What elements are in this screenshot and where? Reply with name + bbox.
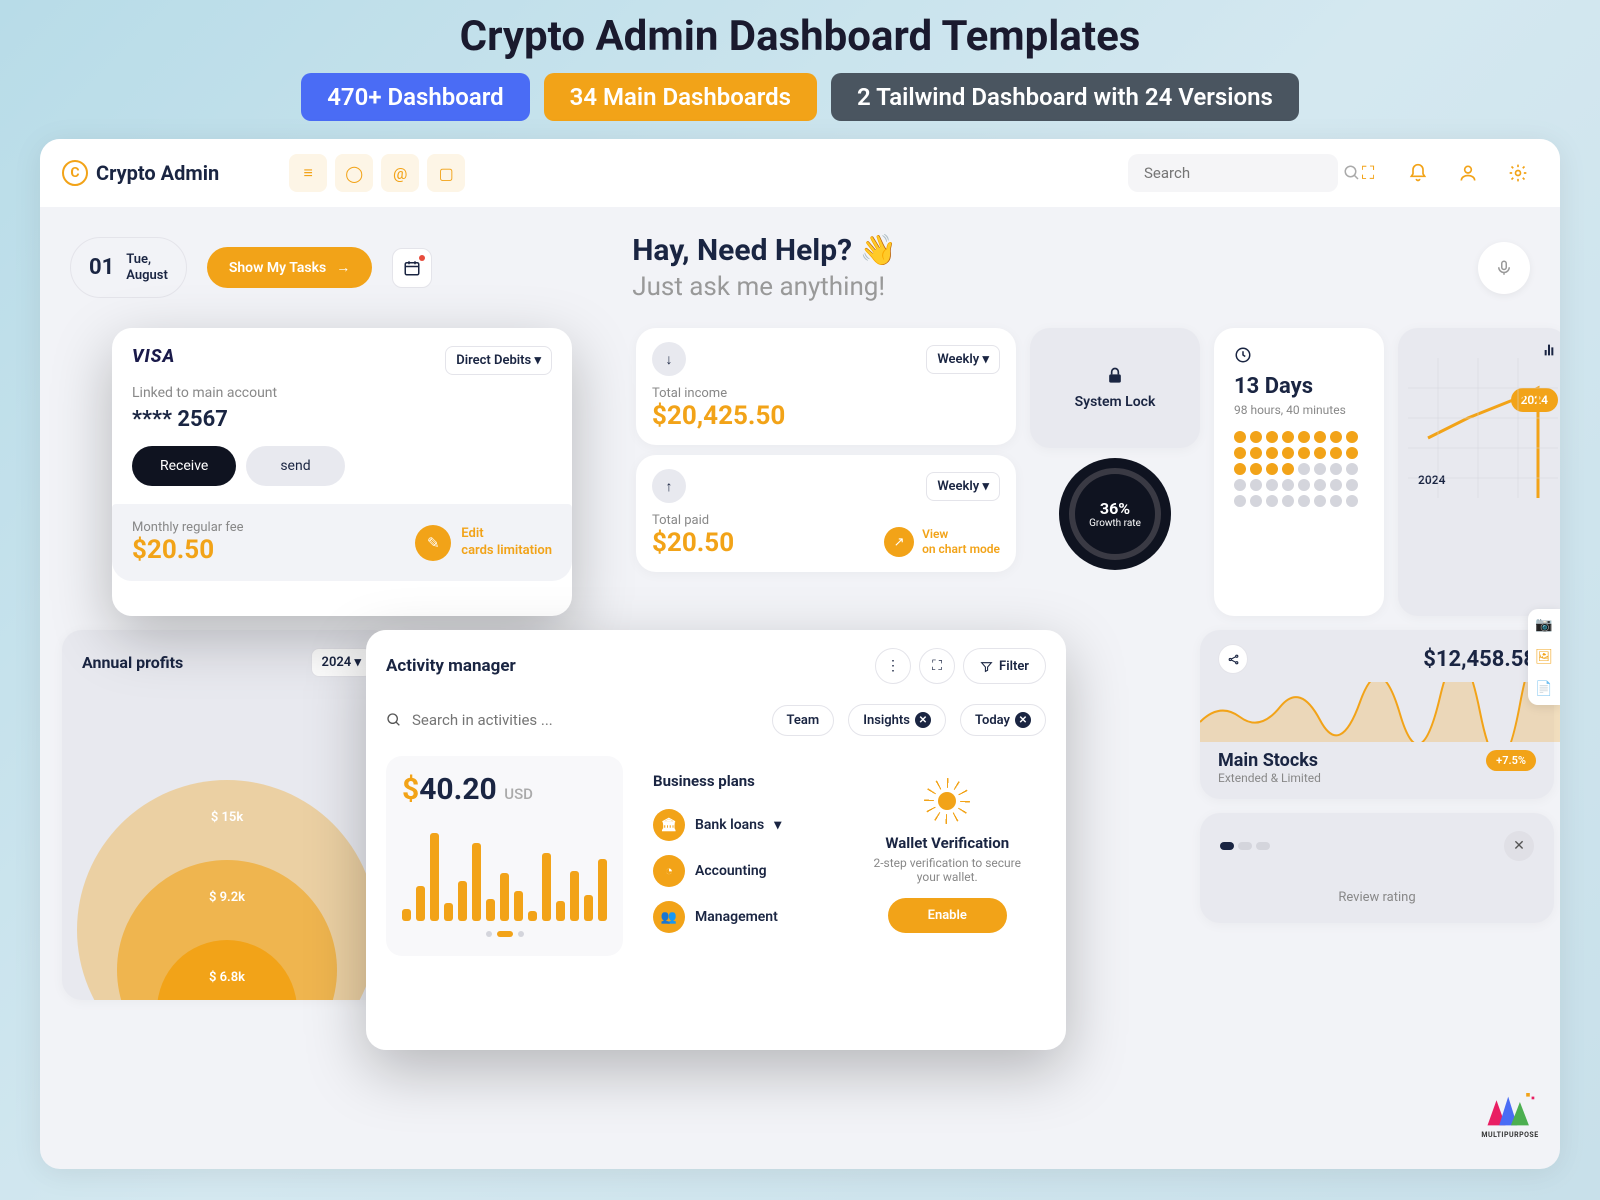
system-lock-card[interactable]: System Lock xyxy=(1030,328,1200,448)
activity-amount-card: $40.20 USD xyxy=(386,756,623,956)
note-icon[interactable]: 📄 xyxy=(1528,673,1560,705)
total-paid-card: ↑ Weekly ▾ Total paid $20.50 ↗ Viewon ch… xyxy=(636,455,1016,572)
filter-button[interactable]: Filter xyxy=(963,648,1046,684)
fee-label: Monthly regular fee xyxy=(132,520,244,535)
days-card: 13 Days 98 hours, 40 minutes xyxy=(1214,328,1384,616)
visa-linked-label: Linked to main account xyxy=(132,385,552,401)
close-button[interactable]: ✕ xyxy=(1504,831,1534,861)
direct-debits-dropdown[interactable]: Direct Debits ▾ xyxy=(445,346,552,375)
user-icon[interactable] xyxy=(1448,153,1488,193)
activity-search-input[interactable] xyxy=(386,711,758,729)
promo-pill-3: 2 Tailwind Dashboard with 24 Versions xyxy=(831,73,1299,121)
more-button[interactable]: ⋮ xyxy=(875,648,911,684)
date-chip: 01 Tue,August xyxy=(70,237,187,298)
view-chart-button[interactable]: ↗ Viewon chart mode xyxy=(884,527,1000,558)
review-rating-card: ✕ Review rating xyxy=(1200,813,1554,923)
growth-rate-card: 36% Growth rate xyxy=(1030,458,1200,616)
trend-icon: ↗ xyxy=(884,527,914,557)
share-icon[interactable] xyxy=(1218,644,1248,674)
promo-pill-1: 470+ Dashboard xyxy=(301,73,529,121)
rating-pager[interactable] xyxy=(1220,842,1270,850)
paid-weekly-dropdown[interactable]: Weekly ▾ xyxy=(926,472,1000,501)
annual-profits-card: Annual profits 2024 ▾ $ 15k $ 9.2k $ 6.8… xyxy=(62,630,392,1000)
arrow-up-icon: ↑ xyxy=(652,469,686,503)
hero-title: Hay, Need Help? 👋 xyxy=(632,233,897,268)
business-plans-card: Business plans 🏛Bank loans ▾ ◔Accounting… xyxy=(637,756,835,956)
calendar-button[interactable] xyxy=(392,248,432,288)
bp-management[interactable]: 👥Management xyxy=(653,894,819,940)
stocks-sparkline xyxy=(1200,682,1560,742)
brand-icon: C xyxy=(62,160,88,186)
bank-icon: 🏛 xyxy=(653,809,685,841)
at-icon[interactable]: @ xyxy=(381,154,419,192)
main-stocks-card: $12,458.58 Main Stocks Extended & Limite… xyxy=(1200,630,1554,799)
side-floating-tools: 📷 🖼 📄 xyxy=(1528,609,1560,705)
fee-value: $20.50 xyxy=(132,535,244,565)
chip-team[interactable]: Team xyxy=(772,705,835,736)
vendor-logo: MULTIPURPOSE xyxy=(1470,1091,1550,1159)
edit-icon: ✎ xyxy=(415,525,451,561)
promo-pill-2: 34 Main Dashboards xyxy=(544,73,817,121)
annual-rings-chart: $ 15k $ 9.2k $ 6.8k xyxy=(67,760,387,1000)
days-dots xyxy=(1234,431,1364,507)
promo-title: Crypto Admin Dashboard Templates xyxy=(40,12,1560,61)
search-icon xyxy=(386,712,402,728)
total-income-card: ↓ Weekly ▾ Total income $20,425.50 xyxy=(636,328,1016,445)
menu-icon[interactable]: ≡ xyxy=(289,154,327,192)
image-icon[interactable]: 🖼 xyxy=(1528,641,1560,673)
search-input[interactable] xyxy=(1128,154,1338,192)
activity-bar-chart xyxy=(402,821,607,921)
clock-icon xyxy=(1234,346,1364,364)
chip-today[interactable]: Today✕ xyxy=(960,704,1046,736)
chart-icon xyxy=(1542,342,1558,358)
bell-icon[interactable] xyxy=(1398,153,1438,193)
arrow-down-icon: ↓ xyxy=(652,342,686,376)
edit-cards-button[interactable]: ✎ Editcards limitation xyxy=(415,525,552,561)
pct-badge: +7.5% xyxy=(1486,750,1536,771)
receive-button[interactable]: Receive xyxy=(132,446,236,486)
lock-icon xyxy=(1105,366,1125,386)
bp-bank-loans[interactable]: 🏛Bank loans ▾ xyxy=(653,802,819,848)
annual-year-dropdown[interactable]: 2024 ▾ xyxy=(311,648,372,677)
pie-icon: ◔ xyxy=(653,855,685,887)
clipboard-icon[interactable]: ▢ xyxy=(427,154,465,192)
enable-button[interactable]: Enable xyxy=(888,898,1007,933)
mic-button[interactable] xyxy=(1478,242,1530,294)
gear-icon[interactable] xyxy=(1498,153,1538,193)
wallet-verification-card: Wallet Verification 2-step verification … xyxy=(849,756,1047,956)
people-icon: 👥 xyxy=(653,901,685,933)
show-tasks-button[interactable]: Show My Tasks→ xyxy=(207,247,372,288)
visa-logo: VISA xyxy=(132,346,175,367)
camera-icon[interactable]: 📷 xyxy=(1528,609,1560,641)
visa-number: **** 2567 xyxy=(132,407,552,432)
send-button[interactable]: send xyxy=(246,446,344,486)
chip-insights[interactable]: Insights✕ xyxy=(848,704,946,736)
income-weekly-dropdown[interactable]: Weekly ▾ xyxy=(926,345,1000,374)
visa-card: VISA Direct Debits ▾ Linked to main acco… xyxy=(112,328,572,616)
bp-accounting[interactable]: ◔Accounting xyxy=(653,848,819,894)
hero-subtitle: Just ask me anything! xyxy=(632,272,897,302)
fullscreen-icon[interactable]: ⛶ xyxy=(1348,153,1388,193)
brand[interactable]: C Crypto Admin xyxy=(62,160,219,186)
sun-icon xyxy=(924,778,970,824)
activity-manager-card: Activity manager ⋮ ⛶ Filter Team Insight… xyxy=(366,630,1066,1050)
spark-card: 2024 2024 xyxy=(1398,328,1560,616)
expand-button[interactable]: ⛶ xyxy=(919,648,955,684)
chat-icon[interactable]: ◯ xyxy=(335,154,373,192)
pager[interactable] xyxy=(402,931,607,937)
